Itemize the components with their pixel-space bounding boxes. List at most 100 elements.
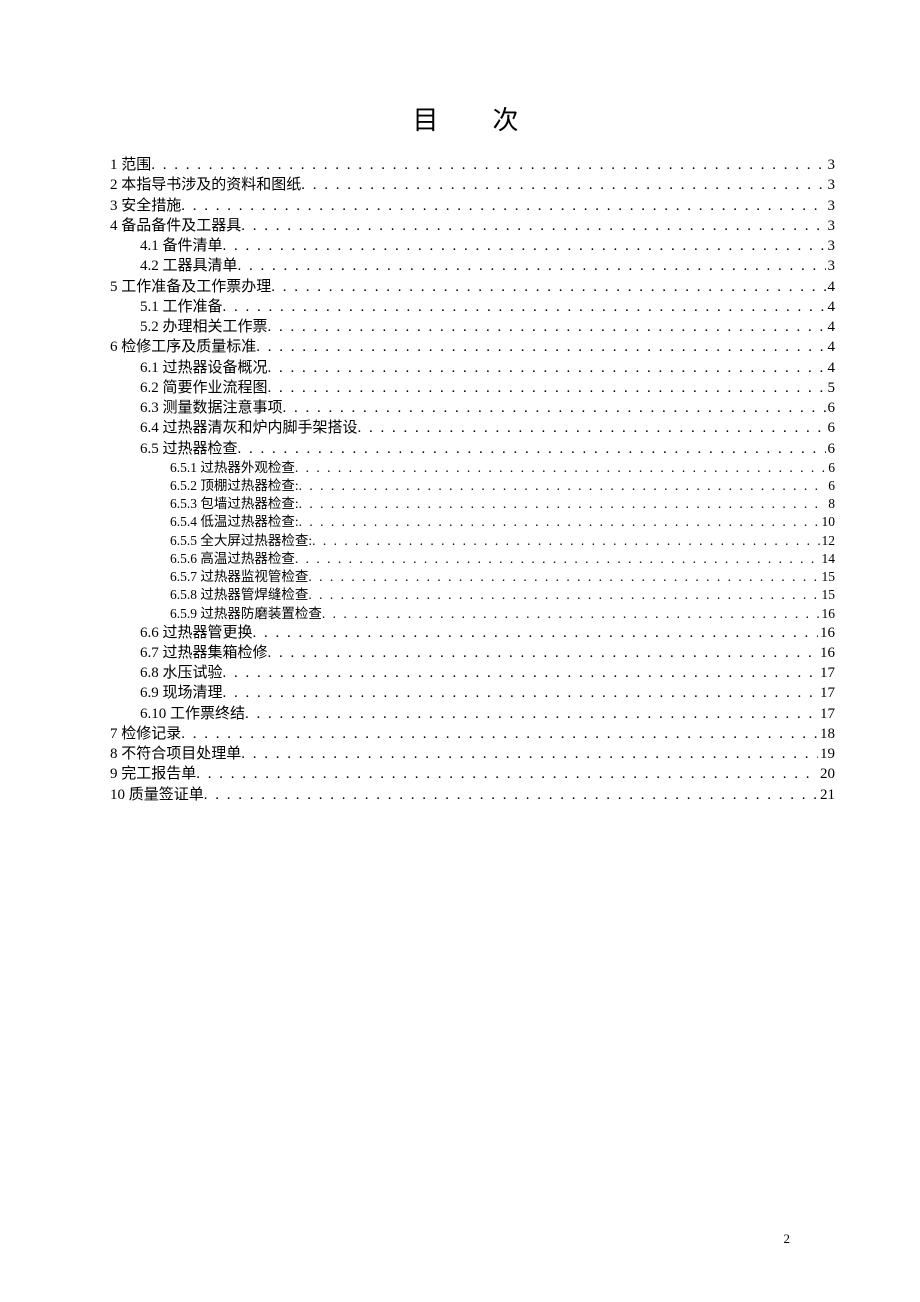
toc-leader-dots: [253, 623, 818, 643]
toc-entry-label: 10 质量签证单: [110, 785, 204, 805]
toc-leader-dots: [181, 196, 825, 216]
toc-entry-page: 6: [826, 398, 836, 418]
toc-entry: 6.3 测量数据注意事项 6: [110, 398, 835, 418]
toc-entry: 9 完工报告单20: [110, 764, 835, 784]
toc-entry: 6.5.1 过热器外观检查 6: [110, 459, 835, 477]
toc-entry-label: 2 本指导书涉及的资料和图纸: [110, 175, 301, 195]
toc-entry-label: 6.5.8 过热器管焊缝检查: [170, 586, 308, 604]
toc-leader-dots: [308, 568, 819, 586]
toc-entry-page: 3: [826, 216, 836, 236]
toc-leader-dots: [268, 317, 826, 337]
toc-entry: 8 不符合项目处理单19: [110, 744, 835, 764]
toc-entry-label: 4 备品备件及工器具: [110, 216, 241, 236]
toc-entry: 7 检修记录 18: [110, 724, 835, 744]
toc-entry-page: 8: [826, 495, 835, 513]
toc-entry: 1 范围3: [110, 155, 835, 175]
toc-leader-dots: [223, 236, 826, 256]
toc-entry-label: 5.1 工作准备: [140, 297, 223, 317]
toc-entry-page: 3: [826, 196, 836, 216]
toc-leader-dots: [299, 495, 827, 513]
toc-entry-page: 15: [820, 568, 836, 586]
toc-entry: 6.10 工作票终结 17: [110, 704, 835, 724]
toc-entry: 6.7 过热器集箱检修16: [110, 643, 835, 663]
toc-entry: 6.4 过热器清灰和炉内脚手架搭设 6: [110, 418, 835, 438]
toc-leader-dots: [181, 724, 818, 744]
toc-entry-page: 4: [826, 297, 836, 317]
toc-leader-dots: [238, 256, 826, 276]
toc-entry-page: 3: [826, 256, 836, 276]
toc-entry: 6.5.5 全大屏过热器检查: 12: [110, 532, 835, 550]
toc-leader-dots: [241, 744, 818, 764]
page-number: 2: [784, 1231, 791, 1247]
toc-entry: 5 工作准备及工作票办理 4: [110, 277, 835, 297]
toc-entry-label: 6.4 过热器清灰和炉内脚手架搭设: [140, 418, 358, 438]
toc-entry: 5.2 办理相关工作票4: [110, 317, 835, 337]
toc-entry-label: 6.9 现场清理: [140, 683, 223, 703]
toc-leader-dots: [301, 175, 825, 195]
toc-entry-label: 6.3 测量数据注意事项: [140, 398, 283, 418]
toc-entry-page: 15: [820, 586, 836, 604]
toc-entry-page: 21: [818, 785, 835, 805]
toc-entry-page: 12: [820, 532, 836, 550]
toc-entry-label: 6 检修工序及质量标准: [110, 337, 256, 357]
toc-leader-dots: [268, 643, 818, 663]
toc-entry-label: 3 安全措施: [110, 196, 181, 216]
toc-entry-label: 6.5.3 包墙过热器检查:: [170, 495, 299, 513]
toc-leader-dots: [283, 398, 826, 418]
toc-leader-dots: [312, 532, 819, 550]
toc-entry-page: 17: [818, 704, 835, 724]
toc-entry-page: 3: [826, 236, 836, 256]
toc-entry-label: 6.5 过热器检查: [140, 439, 238, 459]
toc-leader-dots: [295, 550, 820, 568]
toc-entry-page: 5: [826, 378, 836, 398]
toc-entry-page: 18: [818, 724, 835, 744]
toc-entry-page: 4: [826, 317, 836, 337]
document-page: 目 次 1 范围32 本指导书涉及的资料和图纸 3 3 安全措施 3 4 备品备件及工器…: [0, 0, 920, 865]
toc-entry: 6.5.8 过热器管焊缝检查 15: [110, 586, 835, 604]
toc-entry: 4.2 工器具清单3: [110, 256, 835, 276]
toc-entry-label: 7 检修记录: [110, 724, 181, 744]
toc-entry-label: 6.8 水压试验: [140, 663, 223, 683]
toc-entry-page: 16: [818, 623, 835, 643]
toc-leader-dots: [299, 477, 827, 495]
toc-entry-page: 6: [826, 459, 835, 477]
toc-leader-dots: [238, 439, 826, 459]
toc-entry: 6.1 过热器设备概况 4: [110, 358, 835, 378]
toc-entry-page: 10: [820, 513, 836, 531]
toc-entry: 6.5.6 高温过热器检查 14: [110, 550, 835, 568]
toc-entry-page: 20: [818, 764, 835, 784]
toc-entry-label: 4.1 备件清单: [140, 236, 223, 256]
toc-entry-page: 4: [826, 358, 836, 378]
toc-entry-label: 6.5.2 顶棚过热器检查:: [170, 477, 299, 495]
toc-leader-dots: [256, 337, 825, 357]
toc-entry-page: 3: [826, 155, 836, 175]
toc-entry: 6.5.3 包墙过热器检查: 8: [110, 495, 835, 513]
toc-leader-dots: [223, 683, 818, 703]
toc-entry: 6.5.2 顶棚过热器检查: 6: [110, 477, 835, 495]
toc-leader-dots: [268, 358, 826, 378]
toc-leader-dots: [295, 459, 826, 477]
toc-entry-label: 6.5.9 过热器防磨装置检查: [170, 605, 322, 623]
toc-leader-dots: [245, 704, 818, 724]
toc-entry-label: 6.5.7 过热器监视管检查: [170, 568, 308, 586]
toc-entry: 4.1 备件清单 3: [110, 236, 835, 256]
toc-entry: 6.5.7 过热器监视管检查 15: [110, 568, 835, 586]
table-of-contents: 1 范围32 本指导书涉及的资料和图纸33 安全措施34 备品备件及工器具34.…: [110, 155, 835, 805]
toc-leader-dots: [322, 605, 820, 623]
toc-leader-dots: [204, 785, 818, 805]
toc-entry-label: 6.10 工作票终结: [140, 704, 245, 724]
toc-entry-page: 4: [826, 277, 836, 297]
toc-entry-label: 6.6 过热器管更换: [140, 623, 253, 643]
toc-entry-label: 5 工作准备及工作票办理: [110, 277, 271, 297]
toc-entry-page: 4: [826, 337, 836, 357]
toc-leader-dots: [223, 297, 826, 317]
toc-entry-page: 19: [818, 744, 835, 764]
toc-entry-page: 3: [826, 175, 836, 195]
toc-entry-label: 6.5.4 低温过热器检查:: [170, 513, 299, 531]
toc-leader-dots: [223, 663, 818, 683]
toc-entry-page: 6: [826, 418, 836, 438]
toc-title: 目 次: [110, 100, 835, 137]
toc-entry-label: 6.1 过热器设备概况: [140, 358, 268, 378]
toc-entry: 2 本指导书涉及的资料和图纸 3: [110, 175, 835, 195]
toc-leader-dots: [196, 764, 818, 784]
